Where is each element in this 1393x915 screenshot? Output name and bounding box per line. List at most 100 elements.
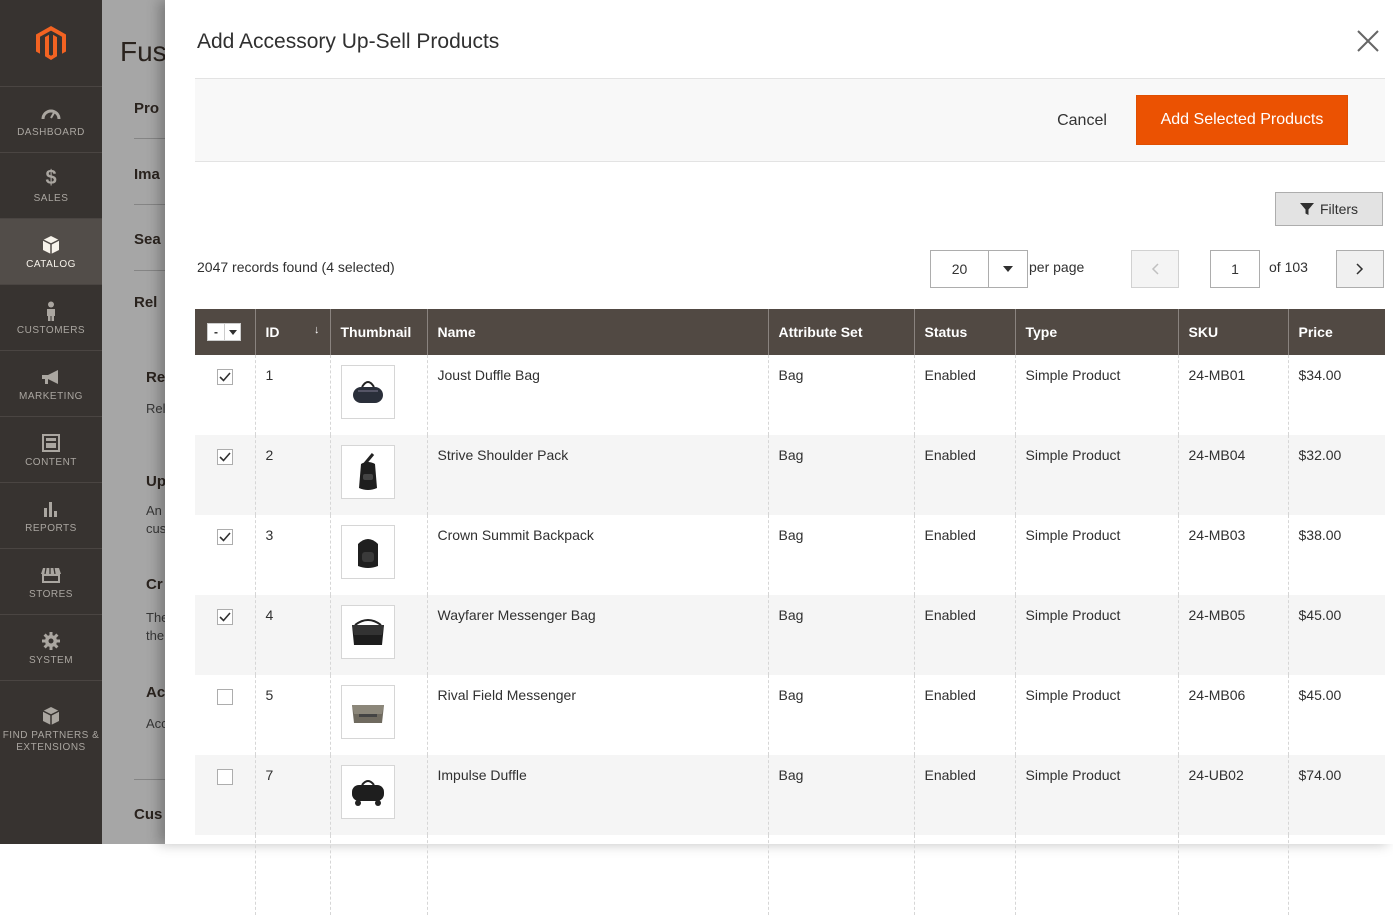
storefront-icon (40, 563, 62, 587)
column-header-sku[interactable]: SKU (1177, 309, 1288, 355)
row-checkbox[interactable] (217, 689, 233, 705)
cell-price: $74.00 (1287, 755, 1385, 835)
add-selected-products-button[interactable]: Add Selected Products (1136, 95, 1348, 145)
nav-label: FIND PARTNERS & EXTENSIONS (2, 729, 100, 753)
column-header-name[interactable]: Name (426, 309, 768, 355)
products-grid: - ID ↓ Thumbnail Name Attribute Set Statu… (195, 309, 1385, 915)
row-checkbox[interactable] (217, 449, 233, 465)
rolling-duffle-icon (351, 780, 384, 806)
row-checkbox[interactable] (217, 529, 233, 545)
cell-id: 4 (254, 595, 330, 675)
cell-id: 3 (254, 515, 330, 595)
cell-type: Simple Product (1014, 755, 1178, 835)
product-thumbnail[interactable] (340, 765, 395, 819)
filters-button[interactable]: Filters (1275, 192, 1383, 226)
row-checkbox[interactable] (217, 609, 233, 625)
product-thumbnail[interactable] (340, 365, 395, 419)
nav-label: SYSTEM (28, 654, 74, 666)
table-row[interactable]: 3 Crown Summit Backpack Bag Enabled Simp… (195, 515, 1385, 595)
cell-name: Wayfarer Messenger Bag (426, 595, 768, 675)
nav-customers[interactable]: CUSTOMERS (0, 284, 102, 350)
cell-price: $38.00 (1287, 515, 1385, 595)
mass-select-control[interactable]: - (207, 323, 241, 341)
box-icon (42, 233, 60, 257)
column-header-thumbnail: Thumbnail (329, 309, 427, 355)
cell-attribute-set: Bag (767, 355, 914, 435)
mass-select-header[interactable]: - (195, 309, 255, 355)
row-checkbox[interactable] (217, 769, 233, 785)
row-checkbox[interactable] (217, 369, 233, 385)
nav-catalog[interactable]: CATALOG (0, 218, 102, 284)
cell-type: Simple Product (1014, 595, 1178, 675)
column-header-price[interactable]: Price (1287, 309, 1385, 355)
close-button[interactable] (1353, 26, 1383, 56)
backpack-icon (357, 539, 378, 568)
checkmark-icon (219, 452, 231, 462)
cell-name: Impulse Duffle (426, 755, 768, 835)
column-header-id[interactable]: ID ↓ (254, 309, 330, 355)
product-thumbnail[interactable] (340, 605, 395, 659)
product-thumbnail[interactable] (340, 685, 395, 739)
table-row[interactable]: 4 Wayfarer Messenger Bag Bag Enabled Sim… (195, 595, 1385, 675)
nav-sales[interactable]: $ SALES (0, 152, 102, 218)
table-row[interactable]: 7 Impulse Duffle Bag Enabled Simple Prod… (195, 755, 1385, 835)
nav-dashboard[interactable]: DASHBOARD (0, 86, 102, 152)
cell-name: Strive Shoulder Pack (426, 435, 768, 515)
nav-marketing[interactable]: MARKETING (0, 350, 102, 416)
cell-status: Enabled (913, 755, 1015, 835)
per-page-select[interactable]: 20 (930, 250, 1028, 288)
field-messenger-icon (351, 705, 384, 723)
cell-sku: 24-MB04 (1177, 435, 1288, 515)
column-header-attribute-set[interactable]: Attribute Set (767, 309, 914, 355)
cell-name: Crown Summit Backpack (426, 515, 768, 595)
per-page-label: per page (1029, 259, 1085, 275)
next-page-button[interactable] (1336, 250, 1384, 288)
previous-page-button[interactable] (1131, 250, 1179, 288)
cell-sku: 24-UB02 (1177, 755, 1288, 835)
sort-arrow-icon: ↓ (314, 324, 320, 336)
column-header-type[interactable]: Type (1014, 309, 1178, 355)
close-icon (1357, 30, 1379, 52)
nav-stores[interactable]: STORES (0, 548, 102, 614)
cell-type: Simple Product (1014, 435, 1178, 515)
table-row[interactable]: 1 Joust Duffle Bag Bag Enabled Simple Pr… (195, 355, 1385, 435)
cell-type: Simple Product (1014, 675, 1178, 755)
records-count: 2047 records found (4 selected) (197, 259, 395, 275)
modal-action-bar: Cancel Add Selected Products (195, 78, 1385, 162)
cell-attribute-set: Bag (767, 755, 914, 835)
nav-label: CATALOG (26, 258, 76, 270)
per-page-toggle[interactable] (988, 251, 1027, 287)
cell-id: 7 (254, 755, 330, 835)
product-thumbnail[interactable] (340, 525, 395, 579)
nav-system[interactable]: SYSTEM (0, 614, 102, 680)
nav-label: CUSTOMERS (16, 324, 86, 336)
admin-sidebar: DASHBOARD $ SALES CATALOG CUSTOMERS MARK… (0, 0, 102, 844)
nav-reports[interactable]: REPORTS (0, 482, 102, 548)
cell-status: Enabled (913, 595, 1015, 675)
nav-label: SALES (33, 192, 69, 204)
table-row[interactable] (195, 835, 1385, 915)
nav-find-partners[interactable]: FIND PARTNERS & EXTENSIONS (0, 680, 102, 776)
page-number-input[interactable]: 1 (1210, 250, 1260, 288)
nav-label: DASHBOARD (17, 126, 85, 138)
cell-id: 5 (254, 675, 330, 755)
chevron-down-icon (224, 324, 240, 340)
chevron-right-icon (1356, 263, 1364, 275)
cell-name: Joust Duffle Bag (426, 355, 768, 435)
cell-attribute-set: Bag (767, 435, 914, 515)
cancel-button[interactable]: Cancel (1047, 99, 1117, 143)
column-header-status[interactable]: Status (913, 309, 1015, 355)
checkmark-icon (219, 372, 231, 382)
table-row[interactable]: 5 Rival Field Messenger Bag Enabled Simp… (195, 675, 1385, 755)
cell-id: 2 (254, 435, 330, 515)
product-thumbnail[interactable] (340, 445, 395, 499)
cell-status: Enabled (913, 355, 1015, 435)
magento-logo[interactable] (0, 0, 102, 86)
nav-content[interactable]: CONTENT (0, 416, 102, 482)
cell-price: $32.00 (1287, 435, 1385, 515)
page-total: of 103 (1269, 259, 1308, 275)
table-row[interactable]: 2 Strive Shoulder Pack Bag Enabled Simpl… (195, 435, 1385, 515)
cell-id: 1 (254, 355, 330, 435)
cell-attribute-set: Bag (767, 515, 914, 595)
minus-icon: - (214, 325, 218, 339)
